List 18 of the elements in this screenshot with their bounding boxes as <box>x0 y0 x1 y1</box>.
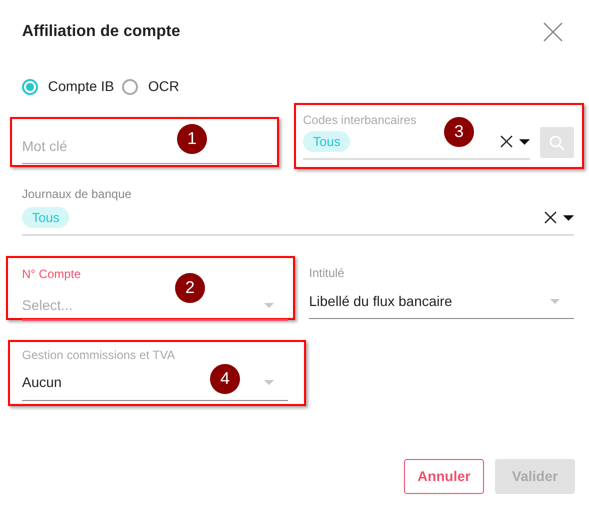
radio-option[interactable]: OCR <box>122 76 180 97</box>
callout-number: 3 <box>444 117 474 147</box>
callout-number: 4 <box>210 364 240 394</box>
title-select[interactable]: Intitulé Libellé du flux bancaire <box>309 264 574 319</box>
caret-icon[interactable] <box>563 214 574 220</box>
clear-icon[interactable] <box>500 135 513 148</box>
radio-option[interactable]: Compte IB <box>22 76 114 97</box>
close-icon[interactable] <box>543 22 563 42</box>
cancel-button[interactable]: Annuler <box>404 459 484 494</box>
dialog-title: Affiliation de compte <box>22 22 180 42</box>
clear-icon[interactable] <box>544 211 557 224</box>
caret-icon[interactable] <box>519 138 530 144</box>
search-icon <box>549 134 565 150</box>
callout-number: 1 <box>177 124 207 154</box>
journals-select[interactable]: Journaux de banque Tous <box>22 185 574 236</box>
tag-chip: Tous <box>303 131 350 152</box>
tag-chip: Tous <box>22 207 70 228</box>
callout-number: 2 <box>175 273 205 303</box>
